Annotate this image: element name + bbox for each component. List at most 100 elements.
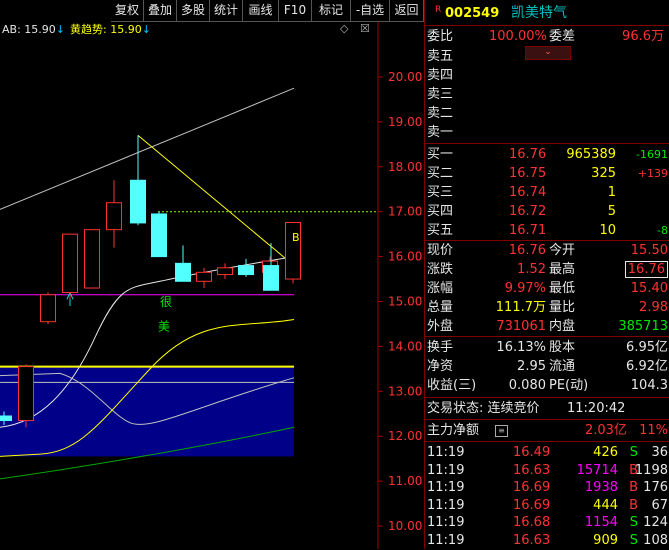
buy-level-5: 买五 16.71 10 -8: [425, 221, 669, 240]
diamond-icon[interactable]: ◇: [340, 22, 348, 35]
buy-change: -1691: [636, 148, 668, 161]
candle-body[interactable]: [238, 265, 254, 276]
quote-stat2-row: 收益(三) 0.080 PE(动) 104.3: [425, 376, 669, 395]
tick-count: 124: [643, 515, 668, 530]
tick-time: 11:19: [427, 515, 465, 530]
stat-label: 涨幅: [427, 281, 454, 296]
main-flow-row[interactable]: 主力净额 ≡ 2.03亿 11%: [425, 421, 669, 440]
tick-price: 16.49: [513, 445, 551, 460]
stat-label: 换手: [427, 340, 454, 355]
multi-stock-button[interactable]: 多股: [177, 0, 210, 22]
stat-label: 净资: [427, 359, 454, 374]
sell-label: 卖三: [427, 87, 454, 102]
tick-volume: 444: [593, 497, 618, 513]
y-tick-label: 18.00: [388, 160, 422, 174]
stat-value: 16.76: [624, 261, 668, 278]
stat-value: 6.92亿: [626, 359, 668, 374]
candle-body[interactable]: [0, 415, 12, 421]
sell-level-2: 卖二: [425, 104, 669, 123]
stat-label: 外盘: [427, 319, 454, 334]
candle-body[interactable]: [106, 202, 122, 231]
buy-price: 16.72: [509, 204, 547, 219]
candle-body[interactable]: [175, 262, 191, 282]
stat-label: 现价: [427, 243, 454, 258]
buy-level-4: 买四 16.72 5: [425, 202, 669, 221]
tick-time: 11:19: [427, 497, 465, 513]
buy-volume: 10: [599, 223, 616, 238]
candle-body[interactable]: [263, 265, 279, 291]
draw-line-button[interactable]: 画线: [243, 0, 279, 22]
list-icon[interactable]: ≡: [495, 425, 508, 437]
tick-side: B: [629, 480, 638, 495]
sell-label: 卖一: [427, 125, 454, 140]
trend-indicator: 黄趋势: 15.90↓: [70, 23, 151, 36]
quote-stat-row: 涨幅 9.97% 最低 15.40: [425, 279, 669, 298]
stat-label: PE(动): [549, 378, 589, 393]
candle-body[interactable]: [151, 213, 167, 258]
y-tick-label: 19.00: [388, 115, 422, 129]
add-favorite-button[interactable]: -自选: [351, 0, 390, 22]
restore-rights-button[interactable]: 复权: [111, 0, 144, 22]
buy-label: 买一: [427, 147, 454, 162]
quote-stat-row: 总量 111.7万 量比 2.98: [425, 298, 669, 317]
sell-level-4: 卖四: [425, 66, 669, 85]
candle-body[interactable]: [18, 366, 34, 421]
main-flow-label: 主力净额: [427, 423, 480, 438]
stat-value: 385713: [618, 319, 668, 334]
stat-label: 收益(三): [427, 378, 477, 393]
overlay-button[interactable]: 叠加: [144, 0, 177, 22]
quote-panel: R 002549 凯美特气 委比 100.00% 委差 96.6万 ⌄ 卖五 卖四…: [424, 0, 669, 549]
tick-side: S: [629, 445, 638, 460]
tick-count: 108: [643, 532, 668, 548]
mark-button[interactable]: 标记: [312, 0, 351, 22]
chart-annotation: 美: [158, 320, 170, 334]
tick-volume: 15714: [576, 462, 618, 478]
stat-value: 0.080: [508, 378, 546, 393]
tick-count: 176: [643, 480, 668, 495]
tick-row: 11:19 16.68 1154 S 124: [425, 513, 669, 532]
close-icon[interactable]: ☒: [360, 22, 370, 35]
tick-side: B: [629, 497, 638, 513]
buy-label: 买二: [427, 166, 454, 181]
trade-status-row: 交易状态: 连续竞价 11:20:42: [425, 399, 669, 418]
y-tick-label: 10.00: [388, 519, 422, 533]
candle-body[interactable]: [196, 271, 212, 282]
tick-row: 11:19 16.63 15714 B 1198: [425, 461, 669, 480]
tick-volume: 1938: [584, 480, 618, 495]
buy-volume: 965389: [566, 147, 616, 162]
weibi-label: 委比: [427, 29, 454, 44]
stat-label: 今开: [549, 243, 576, 258]
tick-price: 16.69: [513, 480, 551, 495]
stat-label: 总量: [427, 300, 454, 315]
candle-body[interactable]: [130, 179, 146, 224]
stat-value: 111.7万: [495, 300, 546, 315]
quote-stat2-row: 换手 16.13% 股本 6.95亿: [425, 338, 669, 357]
buy-volume: 5: [607, 204, 616, 219]
buy-price: 16.74: [509, 185, 547, 200]
candle-body[interactable]: [84, 229, 100, 289]
kline-chart[interactable]: 很美 B 20.00 19.00 18.00 17.00 16.00 15.00 14.00…: [0, 0, 424, 549]
stock-name: 凯美特气: [511, 5, 567, 21]
tick-volume: 1154: [584, 515, 618, 530]
stat-label: 涨跌: [427, 262, 454, 277]
candle-body[interactable]: [62, 233, 78, 294]
quote-stat-row: 外盘 731061 内盘 385713: [425, 317, 669, 336]
candle-body[interactable]: [40, 294, 56, 323]
buy-volume: 325: [591, 166, 616, 181]
tick-row: 11:19 16.69 1938 B 176: [425, 478, 669, 497]
main-flow-pct: 11%: [639, 423, 668, 438]
buy-price: 16.75: [509, 166, 547, 181]
f10-button[interactable]: F10: [279, 0, 312, 22]
quote-stat-row: 现价 16.76 今开 15.50: [425, 241, 669, 260]
buy-change: +139: [637, 167, 668, 180]
weibi-value: 100.00%: [489, 29, 547, 44]
y-tick-label: 11.00: [388, 474, 422, 488]
tick-price: 16.63: [513, 462, 551, 478]
back-button[interactable]: 返回: [390, 0, 424, 22]
candle-body[interactable]: [217, 267, 233, 276]
trade-time: 11:20:42: [567, 401, 626, 416]
tick-time: 11:19: [427, 445, 465, 460]
tick-side: S: [629, 532, 638, 548]
statistics-button[interactable]: 统计: [210, 0, 243, 22]
y-tick-label: 14.00: [388, 339, 422, 353]
